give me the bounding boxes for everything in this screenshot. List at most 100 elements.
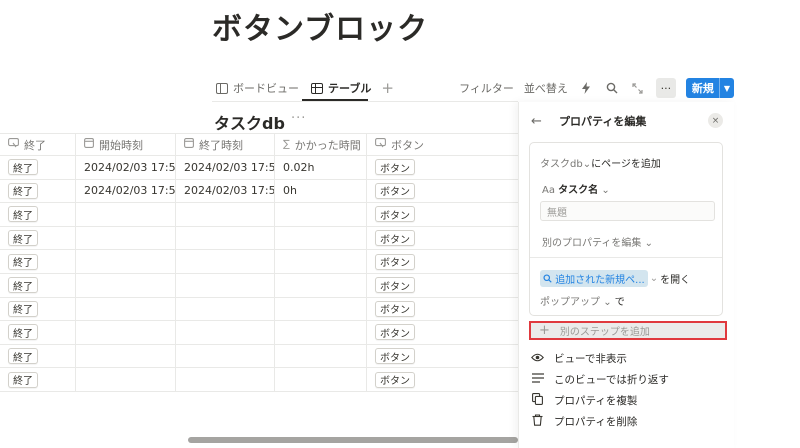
end-cell[interactable]: 終了 — [0, 273, 76, 297]
start-time-cell[interactable] — [76, 321, 176, 344]
button-cell[interactable]: ボタン — [367, 203, 518, 226]
column-header-end[interactable]: 終了 — [0, 134, 76, 155]
chevron-down-icon[interactable]: ▼ — [718, 78, 734, 98]
button-cell[interactable]: ボタン — [367, 298, 518, 321]
end-cell[interactable]: 終了 — [0, 203, 76, 226]
table-row[interactable]: 終了 ボタン — [0, 368, 518, 392]
end-button[interactable]: 終了 — [8, 230, 38, 247]
button-cell-button[interactable]: ボタン — [375, 253, 415, 270]
button-cell-button[interactable]: ボタン — [375, 324, 415, 341]
table-row[interactable]: 終了 ボタン — [0, 203, 518, 227]
edit-other-property-button[interactable]: 別のプロパティを編集 ⌄ — [542, 234, 653, 249]
end-time-cell[interactable] — [176, 321, 275, 344]
end-button[interactable]: 終了 — [8, 253, 38, 270]
new-page-chip[interactable]: 追加された新規ペ... — [540, 270, 648, 287]
duration-cell[interactable] — [275, 203, 367, 226]
close-icon[interactable]: × — [708, 113, 723, 128]
title-input[interactable]: 無題 — [540, 201, 715, 221]
end-time-cell[interactable] — [176, 273, 275, 297]
end-button[interactable]: 終了 — [8, 277, 38, 294]
end-time-cell[interactable] — [176, 344, 275, 368]
start-time-cell[interactable] — [76, 226, 176, 250]
table-row[interactable]: 終了 ボタン — [0, 297, 518, 322]
button-cell-button[interactable]: ボタン — [375, 300, 415, 317]
button-cell-button[interactable]: ボタン — [375, 206, 415, 223]
end-button[interactable]: 終了 — [8, 371, 38, 388]
end-button[interactable]: 終了 — [8, 348, 38, 365]
button-cell-button[interactable]: ボタン — [375, 182, 415, 199]
end-cell[interactable]: 終了 — [0, 250, 76, 273]
end-time-cell[interactable]: 2024/02/03 17:53 — [176, 179, 275, 203]
button-cell[interactable]: ボタン — [367, 180, 518, 203]
add-step-button[interactable]: + 別のステップを追加 — [529, 321, 727, 340]
lightning-icon[interactable] — [578, 80, 594, 96]
duration-cell[interactable]: 0.02h — [275, 156, 367, 179]
start-time-cell[interactable] — [76, 297, 176, 321]
column-header-end-time[interactable]: 終了時刻 — [176, 134, 275, 155]
table-row[interactable]: 終了 ボタン — [0, 226, 518, 251]
step-open-page[interactable]: 追加された新規ペ... ⌄ を開く — [540, 270, 690, 287]
end-cell[interactable]: 終了 — [0, 368, 76, 391]
end-cell[interactable]: 終了 — [0, 344, 76, 368]
end-time-cell[interactable] — [176, 368, 275, 391]
menu-item-wrap-in-view[interactable]: このビューでは折り返す — [531, 369, 723, 390]
menu-item-duplicate-property[interactable]: プロパティを複製 — [531, 390, 723, 411]
end-time-cell[interactable]: 2024/02/03 17:53 — [176, 156, 275, 179]
database-more-button[interactable]: ··· — [291, 111, 306, 126]
table-row[interactable]: 終了 ボタン — [0, 321, 518, 345]
start-time-cell[interactable] — [76, 368, 176, 391]
duration-cell[interactable] — [275, 368, 367, 391]
end-time-cell[interactable] — [176, 203, 275, 226]
end-button[interactable]: 終了 — [8, 300, 38, 317]
button-cell-button[interactable]: ボタン — [375, 230, 415, 247]
button-cell-button[interactable]: ボタン — [375, 371, 415, 388]
table-row[interactable]: 終了 ボタン — [0, 344, 518, 369]
end-cell[interactable]: 終了 — [0, 297, 76, 321]
column-header-button[interactable]: ボタン — [367, 134, 518, 155]
duration-cell[interactable] — [275, 344, 367, 368]
duration-cell[interactable] — [275, 321, 367, 344]
table-row[interactable]: 終了 2024/02/03 17:53 2024/02/03 17:53 0h ボタン — [0, 179, 518, 204]
start-time-cell[interactable]: 2024/02/03 17:52 — [76, 156, 176, 179]
duration-cell[interactable] — [275, 226, 367, 250]
target-database[interactable]: タスクdb — [540, 159, 583, 170]
end-button[interactable]: 終了 — [8, 159, 38, 176]
new-button[interactable]: 新規 ▼ — [685, 78, 734, 98]
start-time-cell[interactable] — [76, 250, 176, 273]
start-time-cell[interactable] — [76, 344, 176, 368]
end-button[interactable]: 終了 — [8, 182, 38, 199]
search-icon[interactable] — [604, 80, 620, 96]
end-cell[interactable]: 終了 — [0, 321, 76, 344]
end-time-cell[interactable] — [176, 297, 275, 321]
button-cell-button[interactable]: ボタン — [375, 159, 415, 176]
menu-item-hide-in-view[interactable]: ビューで非表示 — [531, 348, 723, 369]
open-mode-select[interactable]: ポップアップ ⌄ で — [540, 293, 625, 308]
more-button[interactable]: ··· — [655, 78, 676, 98]
sort-button[interactable]: 並べ替え — [524, 80, 568, 96]
button-cell[interactable]: ボタン — [367, 227, 518, 250]
column-header-start-time[interactable]: 開始時刻 — [76, 134, 176, 155]
end-cell[interactable]: 終了 — [0, 179, 76, 203]
add-view-button[interactable]: + — [381, 79, 394, 97]
start-time-cell[interactable] — [76, 203, 176, 226]
start-time-cell[interactable] — [76, 273, 176, 297]
filter-button[interactable]: フィルター — [459, 80, 514, 96]
start-time-cell[interactable]: 2024/02/03 17:53 — [76, 179, 176, 203]
duration-cell[interactable] — [275, 250, 367, 273]
tab-table-view[interactable]: テーブル — [307, 76, 375, 100]
end-button[interactable]: 終了 — [8, 324, 38, 341]
table-row[interactable]: 終了 ボタン — [0, 273, 518, 298]
button-cell[interactable]: ボタン — [367, 274, 518, 297]
expand-icon[interactable] — [630, 80, 646, 96]
button-cell[interactable]: ボタン — [367, 250, 518, 273]
duration-cell[interactable]: 0h — [275, 179, 367, 203]
scrollbar-thumb[interactable] — [188, 437, 518, 443]
duration-cell[interactable] — [275, 297, 367, 321]
database-title[interactable]: タスクdb — [214, 110, 285, 134]
end-time-cell[interactable] — [176, 226, 275, 250]
menu-item-delete-property[interactable]: プロパティを削除 — [531, 411, 723, 432]
end-button[interactable]: 終了 — [8, 206, 38, 223]
button-cell-button[interactable]: ボタン — [375, 277, 415, 294]
button-cell[interactable]: ボタン — [367, 156, 518, 179]
button-cell[interactable]: ボタン — [367, 345, 518, 368]
